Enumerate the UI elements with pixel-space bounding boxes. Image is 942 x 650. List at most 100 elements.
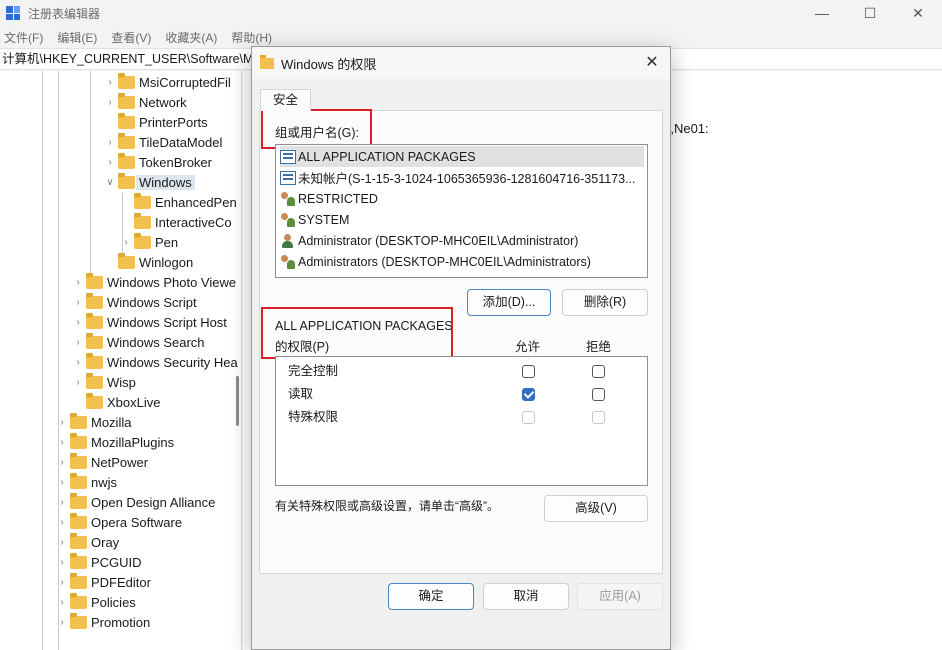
chevron-right-icon[interactable]: › [56,517,68,528]
tree-item[interactable]: › Windows Security Hea [72,352,238,372]
menu-file[interactable]: 文件(F) [4,29,43,46]
tree-item[interactable]: › TokenBroker [104,152,212,172]
chevron-right-icon[interactable]: › [56,477,68,488]
chevron-right-icon[interactable]: › [72,377,84,388]
menu-bar: 文件(F) 编辑(E) 查看(V) 收藏夹(A) 帮助(H) [0,27,272,47]
chevron-right-icon[interactable]: › [56,617,68,628]
minimize-icon[interactable]: — [798,0,846,26]
user-list[interactable]: ALL APPLICATION PACKAGES 未知帐户(S-1-15-3-10… [275,144,648,278]
tree-item-label: XboxLive [107,394,161,410]
chevron-right-icon[interactable]: › [56,457,68,468]
tree-item[interactable]: › Windows Search [72,332,205,352]
chevron-right-icon[interactable]: › [104,137,116,148]
folder-icon [118,132,135,149]
chevron-right-icon[interactable]: › [72,317,84,328]
registry-tree[interactable]: › MsiCorruptedFil › Network PrinterPorts › Til… [0,71,242,650]
tree-item[interactable]: › Pen [120,232,178,252]
tree-item-label: Windows Script Host [107,314,227,330]
close-icon[interactable]: ✕ [894,0,942,26]
tree-item[interactable]: › Oray [56,532,119,552]
tree-item[interactable]: ∨ Windows [104,172,195,192]
chevron-right-icon[interactable]: › [104,77,116,88]
maximize-icon[interactable]: ☐ [846,0,894,26]
app-title: 注册表编辑器 [28,6,101,21]
folder-icon [70,552,87,569]
tree-item[interactable]: › PDFEditor [56,572,151,592]
tree-item[interactable]: › nwjs [56,472,117,492]
chevron-right-icon[interactable]: › [120,237,132,248]
menu-edit[interactable]: 编辑(E) [57,29,97,46]
user-list-item[interactable]: RESTRICTED [280,188,644,209]
chevron-right-icon[interactable]: › [56,417,68,428]
tree-item[interactable]: › Mozilla [56,412,131,432]
chevron-right-icon[interactable]: › [72,297,84,308]
tree-item[interactable]: › PCGUID [56,552,142,572]
advanced-button[interactable]: 高级(V) [544,495,648,522]
deny-checkbox[interactable] [592,365,605,378]
folder-icon [70,492,87,509]
tree-item[interactable]: › MozillaPlugins [56,432,174,452]
tab-security[interactable]: 安全 [260,89,311,111]
chevron-right-icon[interactable]: › [72,337,84,348]
user-icon [280,233,296,248]
folder-icon [86,332,103,349]
tree-item[interactable]: Winlogon [104,252,193,272]
tree-item[interactable]: › Open Design Alliance [56,492,215,512]
group-icon [280,254,296,269]
folder-icon [70,572,87,589]
tree-item-label: Mozilla [91,414,132,430]
dialog-close-icon[interactable]: ✕ [642,53,662,73]
apply-button[interactable]: 应用(A) [577,583,663,610]
user-list-item[interactable]: 未知帐户(S-1-15-3-1024-1065365936-1281604716… [280,167,644,188]
user-list-item[interactable]: Administrators (DESKTOP-MHC0EIL\Administ… [280,251,644,272]
tree-item[interactable]: EnhancedPen [120,192,237,212]
tree-item[interactable]: › NetPower [56,452,148,472]
chevron-right-icon[interactable]: › [56,597,68,608]
tree-item-label: Windows [136,174,195,190]
tree-item[interactable]: › Windows Photo Viewe [72,272,236,292]
tree-item[interactable]: › Opera Software [56,512,182,532]
tree-item[interactable]: › MsiCorruptedFil [104,72,231,92]
chevron-right-icon[interactable]: › [72,277,84,288]
tree-item[interactable]: › Windows Script Host [72,312,227,332]
tree-item-label: Policies [91,594,136,610]
tree-item[interactable]: › Network [104,92,187,112]
tree-item[interactable]: › Policies [56,592,136,612]
user-name: Administrator (DESKTOP-MHC0EIL\Administr… [298,233,579,248]
tree-item-label: nwjs [91,474,118,490]
chevron-right-icon[interactable]: › [56,557,68,568]
deny-checkbox [592,411,605,424]
tree-item[interactable]: InteractiveCo [120,212,232,232]
cancel-button[interactable]: 取消 [483,583,569,610]
user-name: Administrators (DESKTOP-MHC0EIL\Administ… [298,254,591,269]
chevron-right-icon[interactable]: › [56,537,68,548]
tree-item[interactable]: › Promotion [56,612,150,632]
user-list-item[interactable]: SYSTEM [280,209,644,230]
chevron-down-icon[interactable]: ∨ [104,177,116,188]
user-list-item[interactable]: Administrator (DESKTOP-MHC0EIL\Administr… [280,230,644,251]
menu-view[interactable]: 查看(V) [111,29,151,46]
tree-item-label: PDFEditor [91,574,151,590]
add-button[interactable]: 添加(D)... [467,289,551,316]
tree-item[interactable]: › Windows Script [72,292,197,312]
allow-checkbox[interactable] [522,388,535,401]
chevron-right-icon[interactable]: › [56,577,68,588]
menu-favorites[interactable]: 收藏夹(A) [165,29,217,46]
remove-button[interactable]: 删除(R) [562,289,648,316]
deny-checkbox[interactable] [592,388,605,401]
tree-item[interactable]: › Wisp [72,372,136,392]
ok-button[interactable]: 确定 [388,583,474,610]
tree-item[interactable]: › TileDataModel [104,132,222,152]
tree-scrollbar[interactable] [236,376,239,426]
chevron-right-icon[interactable]: › [56,437,68,448]
chevron-right-icon[interactable]: › [72,357,84,368]
permission-table: 完全控制 读取 特殊权限 [275,356,648,486]
tree-item[interactable]: XboxLive [72,392,160,412]
user-list-item[interactable]: ALL APPLICATION PACKAGES [280,146,644,167]
tree-item[interactable]: PrinterPorts [104,112,208,132]
chevron-right-icon[interactable]: › [104,97,116,108]
allow-checkbox[interactable] [522,365,535,378]
menu-help[interactable]: 帮助(H) [231,29,272,46]
chevron-right-icon[interactable]: › [56,497,68,508]
chevron-right-icon[interactable]: › [104,157,116,168]
